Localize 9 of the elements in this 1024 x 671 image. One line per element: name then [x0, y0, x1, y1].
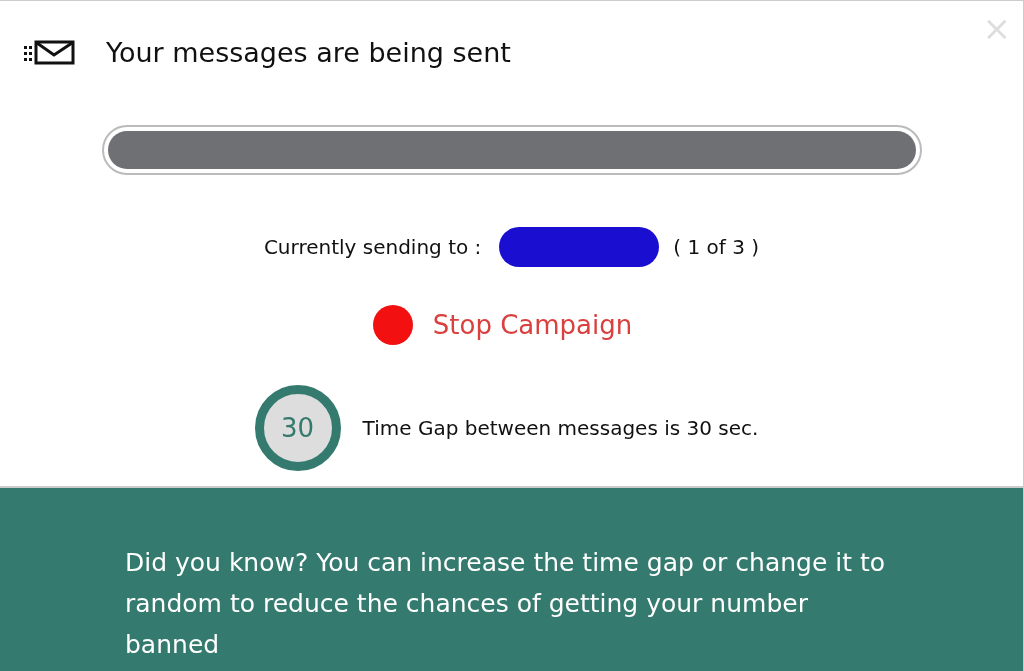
stop-campaign-button[interactable]: Stop Campaign: [372, 305, 633, 345]
tip-text: Did you know? You can increase the time gap or change it to random to reduce the chances of getting your number banned: [125, 547, 887, 661]
timer-badge: 30: [254, 385, 341, 471]
time-gap-text: Time Gap between messages is 30 sec.: [362, 416, 759, 440]
dialog-title: Your messages are being sent: [106, 37, 511, 68]
status-label: Currently sending to :: [263, 235, 482, 259]
mail-icon: [24, 39, 76, 66]
stop-dot-icon: [372, 305, 413, 345]
recipient-count: ( 1 of 3 ): [673, 235, 760, 259]
